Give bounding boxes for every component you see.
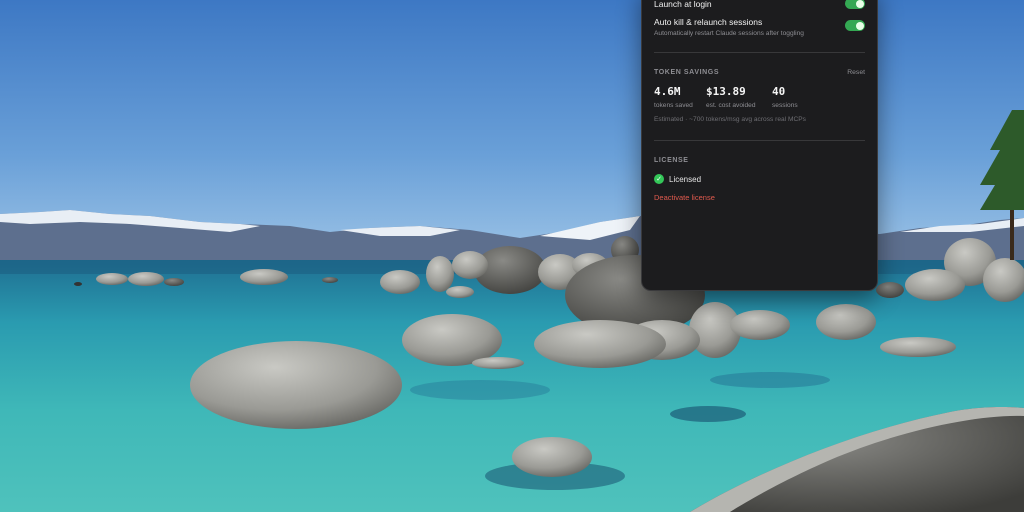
auto-kill-description: Automatically restart Claude sessions af… bbox=[654, 30, 804, 37]
auto-kill-label: Auto kill & relaunch sessions bbox=[654, 17, 763, 27]
stat-value: 4.6M bbox=[654, 85, 681, 98]
estimate-note: Estimated · ~700 tokens/msg avg across r… bbox=[654, 116, 806, 123]
license-status: ✓ Licensed bbox=[654, 174, 701, 184]
stat-label: tokens saved bbox=[654, 102, 693, 109]
stat-cost-avoided: $13.89 est. cost avoided bbox=[706, 85, 755, 109]
launch-at-login-label: Launch at login bbox=[654, 0, 712, 9]
token-savings-heading: TOKEN SAVINGS bbox=[654, 69, 720, 76]
stat-label: est. cost avoided bbox=[706, 102, 756, 109]
stat-value: $13.89 bbox=[706, 85, 746, 98]
stat-tokens-saved: 4.6M tokens saved bbox=[654, 85, 693, 109]
auto-kill-row: Auto kill & relaunch sessions Automatica… bbox=[654, 17, 865, 37]
divider bbox=[654, 140, 865, 141]
stat-sessions: 40 sessions bbox=[772, 85, 798, 109]
check-circle-icon: ✓ bbox=[654, 174, 664, 184]
reset-button[interactable]: Reset bbox=[847, 69, 865, 76]
launch-at-login-row: Launch at login bbox=[654, 0, 865, 9]
launch-at-login-toggle[interactable] bbox=[845, 0, 865, 9]
settings-panel: Launch at login Auto kill & relaunch ses… bbox=[641, 0, 878, 291]
auto-kill-toggle[interactable] bbox=[845, 20, 865, 31]
license-heading: LICENSE bbox=[654, 157, 689, 164]
license-status-label: Licensed bbox=[669, 174, 702, 184]
divider bbox=[654, 52, 865, 53]
stat-value: 40 bbox=[772, 85, 786, 98]
stat-label: sessions bbox=[772, 102, 798, 109]
deactivate-license-link[interactable]: Deactivate license bbox=[654, 193, 715, 202]
